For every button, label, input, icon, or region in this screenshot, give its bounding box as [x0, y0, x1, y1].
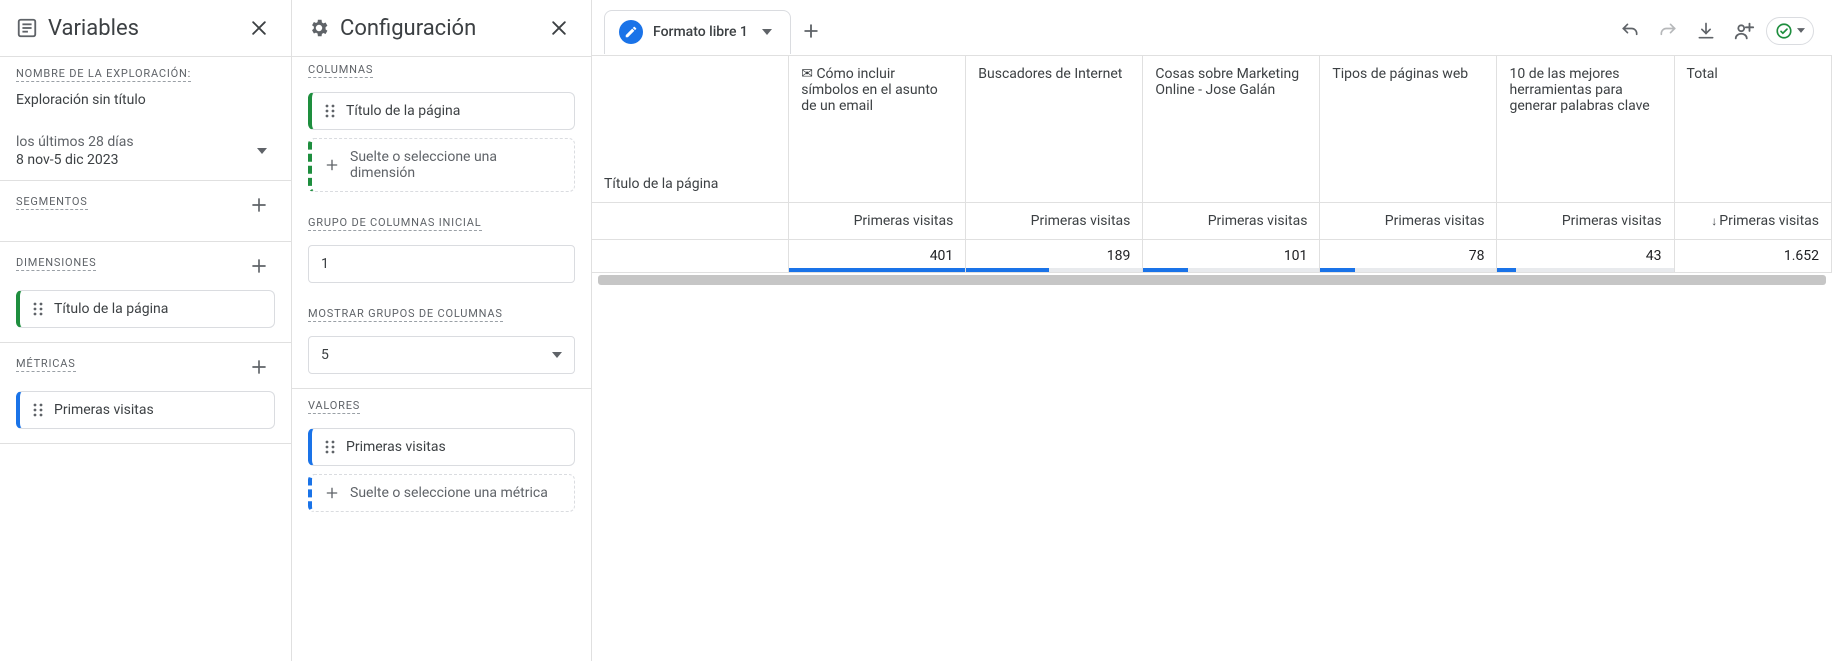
dimensions-label: DIMENSIONES	[16, 256, 96, 271]
show-col-groups-value: 5	[321, 347, 329, 363]
plus-icon	[324, 485, 340, 501]
dimension-chip-page-title[interactable]: Título de la página	[16, 290, 275, 328]
config-panel: Configuración COLUMNAS Título de la pági…	[292, 0, 592, 661]
column-header[interactable]: Buscadores de Internet	[966, 56, 1143, 203]
column-headers-row: Título de la página ✉ Cómo incluir símbo…	[592, 56, 1832, 203]
tab-freeform-1[interactable]: Formato libre 1	[604, 10, 791, 54]
sort-descending-icon: ↓	[1711, 214, 1717, 228]
metric-headers-row: Primeras visitas Primeras visitas Primer…	[592, 203, 1832, 240]
report-table: Título de la página ✉ Cómo incluir símbo…	[592, 56, 1832, 273]
close-config-button[interactable]	[543, 12, 575, 44]
config-title: Configuración	[340, 16, 476, 41]
values-label: VALORES	[308, 399, 360, 414]
column-header[interactable]: Tipos de páginas web	[1320, 56, 1497, 203]
status-indicator[interactable]	[1766, 17, 1814, 45]
metric-header[interactable]: Primeras visitas	[1320, 203, 1497, 240]
col-group-start-value: 1	[321, 256, 329, 272]
close-variables-button[interactable]	[243, 12, 275, 44]
variables-panel: Variables NOMBRE DE LA EXPLORACIÓN: Expl…	[0, 0, 292, 661]
data-table-area: Título de la página ✉ Cómo incluir símbo…	[592, 56, 1832, 285]
download-button[interactable]	[1690, 15, 1722, 47]
share-button[interactable]	[1728, 15, 1760, 47]
col-group-start-input[interactable]: 1	[308, 245, 575, 283]
columns-label: COLUMNAS	[308, 63, 373, 78]
report-panel: Formato libre 1	[592, 0, 1832, 661]
total-cell[interactable]: 1.652	[1674, 240, 1831, 273]
metric-chip-first-visits[interactable]: Primeras visitas	[16, 391, 275, 429]
metric-header[interactable]: Primeras visitas	[966, 203, 1143, 240]
metrics-label: MÉTRICAS	[16, 357, 76, 372]
exploration-name[interactable]: Exploración sin título	[16, 92, 275, 108]
variables-title: Variables	[48, 16, 139, 41]
exploration-name-label: NOMBRE DE LA EXPLORACIÓN:	[16, 67, 191, 82]
tabs-bar: Formato libre 1	[592, 0, 1832, 56]
data-cell[interactable]: 43	[1497, 240, 1674, 273]
plus-icon	[324, 157, 340, 173]
sort-metric-header[interactable]: ↓Primeras visitas	[1674, 203, 1831, 240]
add-tab-button[interactable]	[795, 15, 827, 47]
horizontal-scrollbar[interactable]	[598, 275, 1826, 285]
gear-icon	[308, 17, 330, 39]
tab-menu-caret-icon[interactable]	[758, 25, 776, 39]
metric-chip-label: Primeras visitas	[54, 402, 154, 418]
pencil-icon	[619, 20, 643, 44]
drag-handle-icon	[32, 302, 44, 316]
data-cell[interactable]: 401	[789, 240, 966, 273]
show-col-groups-label: MOSTRAR GRUPOS DE COLUMNAS	[308, 307, 503, 322]
column-header[interactable]: ✉ Cómo incluir símbolos en el asunto de …	[789, 56, 966, 203]
add-segment-button[interactable]	[243, 189, 275, 221]
variables-icon	[16, 17, 38, 39]
config-value-chip[interactable]: Primeras visitas	[308, 428, 575, 466]
metric-header[interactable]: Primeras visitas	[1143, 203, 1320, 240]
metric-header[interactable]: Primeras visitas	[1497, 203, 1674, 240]
data-cell[interactable]: 189	[966, 240, 1143, 273]
drop-dimension-target[interactable]: Suelte o seleccione una dimensión	[308, 138, 575, 192]
show-col-groups-select[interactable]: 5	[308, 336, 575, 374]
caret-down-icon	[257, 148, 267, 154]
drop-metric-target[interactable]: Suelte o seleccione una métrica	[308, 474, 575, 512]
config-value-chip-label: Primeras visitas	[346, 439, 446, 455]
row-dimension-header[interactable]: Título de la página	[592, 56, 789, 203]
tab-name: Formato libre 1	[653, 24, 748, 40]
date-range: 8 nov-5 dic 2023	[16, 152, 275, 168]
undo-button[interactable]	[1614, 15, 1646, 47]
drop-metric-label: Suelte o seleccione una métrica	[350, 485, 548, 501]
data-cell[interactable]: 101	[1143, 240, 1320, 273]
date-range-picker[interactable]: los últimos 28 días 8 nov-5 dic 2023	[0, 122, 291, 180]
drag-handle-icon	[324, 440, 336, 454]
dimension-chip-label: Título de la página	[54, 301, 168, 317]
metric-header[interactable]: Primeras visitas	[789, 203, 966, 240]
column-header[interactable]: 10 de las mejores herramientas para gene…	[1497, 56, 1674, 203]
segments-label: SEGMENTOS	[16, 195, 88, 210]
drag-handle-icon	[32, 403, 44, 417]
caret-down-icon	[552, 352, 562, 358]
data-cell[interactable]: 78	[1320, 240, 1497, 273]
drop-dimension-label: Suelte o seleccione una dimensión	[350, 149, 562, 181]
add-dimension-button[interactable]	[243, 250, 275, 282]
column-header[interactable]: Cosas sobre Marketing Online - Jose Galá…	[1143, 56, 1320, 203]
total-column-header[interactable]: Total	[1674, 56, 1831, 203]
config-column-chip[interactable]: Título de la página	[308, 92, 575, 130]
date-preset: los últimos 28 días	[16, 134, 275, 150]
table-data-row: 401 189 101 78	[592, 240, 1832, 273]
col-group-start-label: GRUPO DE COLUMNAS INICIAL	[308, 216, 482, 231]
add-metric-button[interactable]	[243, 351, 275, 383]
redo-button[interactable]	[1652, 15, 1684, 47]
config-column-chip-label: Título de la página	[346, 103, 460, 119]
drag-handle-icon	[324, 104, 336, 118]
